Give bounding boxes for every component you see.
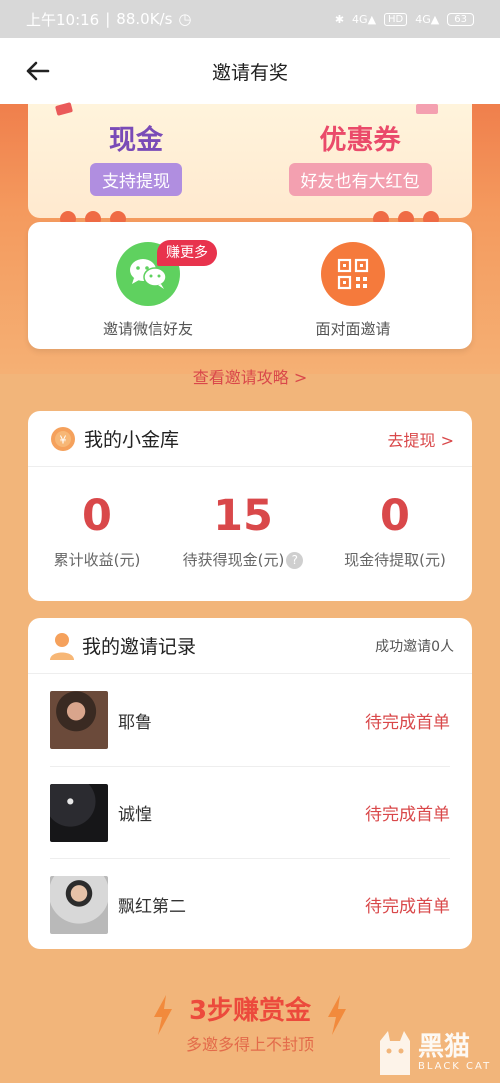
watermark: 黑猫 BLACK CAT bbox=[374, 1022, 494, 1082]
status-time: 上午10:16 bbox=[26, 10, 100, 29]
stat-total-earnings: 0 累计收益(元) bbox=[22, 491, 172, 570]
cash-tag: 支持提现 bbox=[90, 163, 182, 196]
decoration-shape bbox=[416, 104, 438, 114]
coupon-reward: 优惠券 好友也有大红包 bbox=[260, 118, 460, 196]
back-button[interactable] bbox=[22, 55, 54, 87]
cash-title: 现金 bbox=[109, 125, 163, 156]
cat-logo-icon bbox=[380, 1031, 410, 1075]
status-bar: 上午10:16 | 88.0K/s ◷ ✱ 4G▲ HD 4G▲ 63 bbox=[0, 0, 500, 38]
records-summary: 成功邀请0人 bbox=[375, 638, 454, 655]
invite-wechat-label: 邀请微信好友 bbox=[102, 320, 193, 338]
signal-icon-2: 4G▲ bbox=[415, 12, 440, 26]
qr-code-icon bbox=[321, 242, 385, 306]
divider bbox=[28, 466, 472, 467]
withdraw-link[interactable]: 去提现 > bbox=[388, 427, 455, 451]
cash-reward: 现金 支持提现 bbox=[36, 118, 236, 196]
watermark-text: 黑猫 BLACK CAT bbox=[418, 1033, 491, 1072]
coupon-title: 优惠券 bbox=[319, 125, 401, 156]
page-title: 邀请有奖 bbox=[211, 61, 288, 84]
bluetooth-icon: ✱ bbox=[334, 12, 345, 26]
invite-options-card: 邀请微信好友 面对面邀请 bbox=[28, 222, 472, 349]
stat-withdrawable-cash: 0 现金待提取(元) bbox=[320, 491, 470, 570]
stat-value: 15 bbox=[213, 491, 273, 541]
invite-records-card: 我的邀请记录 成功邀请0人 耶鲁 待完成首单 诚惶 待完成首单 飘红第二 待完成… bbox=[28, 618, 472, 949]
invite-record-row[interactable]: 飘红第二 待完成首单 bbox=[50, 858, 450, 950]
signal-icon: 4G▲ bbox=[352, 12, 377, 26]
vault-header: ¥ 我的小金库 去提现 > bbox=[28, 411, 472, 466]
record-name: 飘红第二 bbox=[118, 897, 186, 917]
app-header: 邀请有奖 bbox=[0, 38, 500, 104]
records-header: 我的邀请记录 成功邀请0人 bbox=[28, 618, 472, 673]
earn-more-badge: 赚更多 bbox=[157, 240, 217, 266]
vault-card: ¥ 我的小金库 去提现 > 0 累计收益(元) 15 待获得现金(元)? 0 现… bbox=[28, 411, 472, 601]
record-name: 耶鲁 bbox=[118, 712, 152, 733]
stat-label: 累计收益(元) bbox=[53, 551, 141, 569]
watermark-big: 黑猫 bbox=[418, 1031, 471, 1062]
record-name: 诚惶 bbox=[118, 805, 152, 825]
decoration-shape bbox=[54, 102, 74, 116]
records-title: 我的邀请记录 bbox=[82, 636, 197, 658]
arrow-left-icon bbox=[26, 61, 50, 81]
stat-value: 0 bbox=[380, 491, 410, 541]
stat-value: 0 bbox=[82, 491, 112, 541]
invite-record-row[interactable]: 诚惶 待完成首单 bbox=[50, 766, 450, 858]
coupon-tag: 好友也有大红包 bbox=[288, 163, 432, 196]
reward-card: 现金 支持提现 优惠券 好友也有大红包 bbox=[28, 102, 472, 218]
stat-pending-cash: 15 待获得现金(元)? bbox=[168, 491, 318, 570]
watermark-small: BLACK CAT bbox=[418, 1060, 492, 1072]
battery-icon: 63 bbox=[447, 12, 474, 26]
user-icon bbox=[50, 632, 74, 660]
record-status: 待完成首单 bbox=[365, 712, 450, 733]
stat-label: 待获得现金(元)? bbox=[168, 549, 318, 570]
avatar bbox=[50, 691, 108, 749]
avatar bbox=[50, 783, 108, 842]
coin-icon: ¥ bbox=[51, 426, 75, 451]
invite-face-to-face-label: 面对面邀请 bbox=[315, 320, 391, 338]
svg-text:¥: ¥ bbox=[60, 433, 67, 446]
help-icon[interactable]: ? bbox=[286, 552, 304, 569]
invite-face-to-face-button[interactable]: 面对面邀请 bbox=[268, 242, 438, 339]
invite-record-row[interactable]: 耶鲁 待完成首单 bbox=[50, 674, 450, 766]
status-speed: 88.0K/s bbox=[116, 10, 173, 28]
vault-title: 我的小金库 bbox=[84, 429, 180, 451]
record-status: 待完成首单 bbox=[365, 897, 450, 917]
alarm-icon: ◷ bbox=[178, 10, 192, 28]
hd-icon: HD bbox=[384, 12, 408, 26]
stat-label: 现金待提取(元) bbox=[344, 551, 446, 569]
invite-strategy-link[interactable]: 查看邀请攻略 > bbox=[0, 364, 500, 388]
avatar bbox=[50, 875, 108, 934]
record-status: 待完成首单 bbox=[365, 805, 450, 825]
